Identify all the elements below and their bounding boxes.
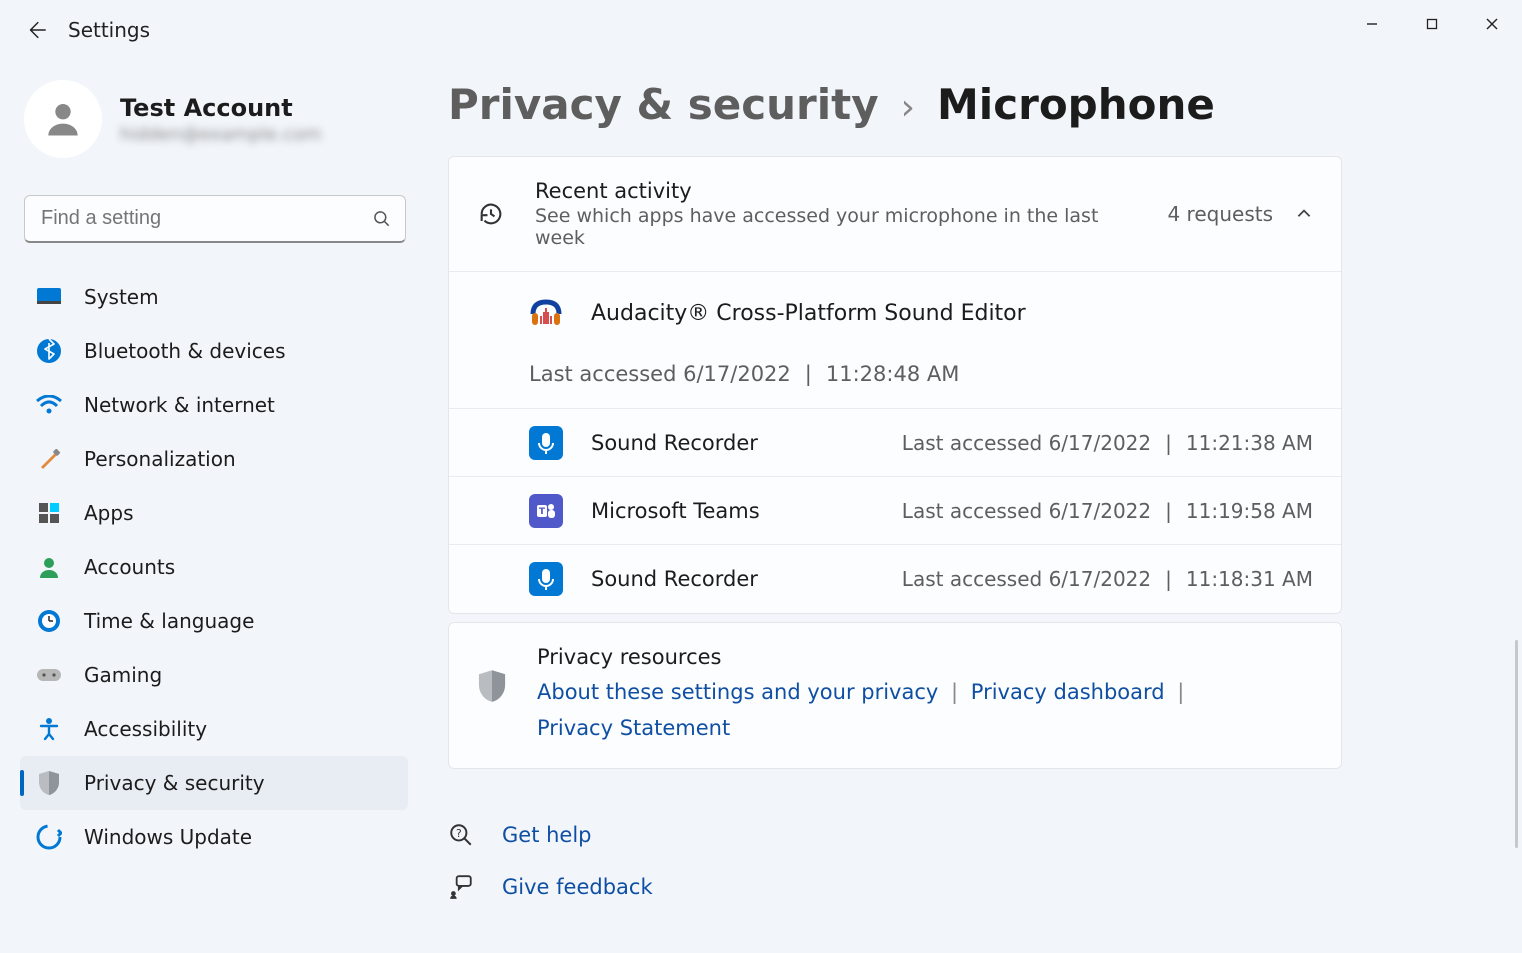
gamepad-icon (36, 662, 62, 688)
teams-icon: T (529, 494, 563, 528)
wifi-icon (36, 392, 62, 418)
sidebar-item-label: Gaming (84, 663, 162, 687)
sidebar-item-label: Bluetooth & devices (84, 339, 286, 363)
activity-access-label: Last accessed 6/17/2022 (902, 431, 1151, 455)
activity-app-name: Audacity® Cross-Platform Sound Editor (591, 301, 1026, 326)
sidebar-item-label: Apps (84, 501, 134, 525)
sidebar-item-time-language[interactable]: Time & language (20, 594, 408, 648)
sidebar-item-label: System (84, 285, 159, 309)
sidebar-item-label: Accessibility (84, 717, 207, 741)
sidebar-item-network[interactable]: Network & internet (20, 378, 408, 432)
sidebar-item-windows-update[interactable]: Windows Update (20, 810, 408, 864)
activity-access-time: 11:19:58 AM (1186, 499, 1313, 523)
recent-activity-header[interactable]: Recent activity See which apps have acce… (449, 157, 1341, 272)
chevron-right-icon: › (901, 87, 915, 128)
accessibility-icon (36, 716, 62, 742)
account-email: hidden@example.com (120, 124, 321, 145)
maximize-button[interactable] (1402, 4, 1462, 44)
sound-recorder-icon (529, 426, 563, 460)
sidebar-item-label: Windows Update (84, 825, 252, 849)
sidebar-item-label: Network & internet (84, 393, 275, 417)
activity-item-sound-recorder[interactable]: Sound Recorder Last accessed 6/17/2022 |… (449, 409, 1341, 477)
bluetooth-icon (36, 338, 62, 364)
account-name: Test Account (120, 94, 321, 122)
link-about-settings-privacy[interactable]: About these settings and your privacy (537, 680, 938, 704)
shield-icon (36, 770, 62, 796)
activity-app-name: Microsoft Teams (591, 499, 760, 523)
recent-activity-subtitle: See which apps have accessed your microp… (535, 205, 1137, 249)
sidebar-item-accounts[interactable]: Accounts (20, 540, 408, 594)
shield-icon (477, 669, 507, 699)
brush-icon (36, 446, 62, 472)
system-icon (36, 284, 62, 310)
request-count: 4 requests (1167, 202, 1273, 226)
sidebar-item-privacy-security[interactable]: Privacy & security (20, 756, 408, 810)
update-icon (36, 824, 62, 850)
activity-item-audacity[interactable]: Audacity® Cross-Platform Sound Editor La… (449, 272, 1341, 409)
sidebar-item-label: Accounts (84, 555, 175, 579)
feedback-icon (448, 874, 474, 900)
svg-text:?: ? (456, 828, 462, 841)
recent-activity-card: Recent activity See which apps have acce… (448, 156, 1342, 614)
sidebar-item-accessibility[interactable]: Accessibility (20, 702, 408, 756)
activity-access-time: 11:28:48 AM (826, 362, 959, 386)
give-feedback-link[interactable]: Give feedback (448, 861, 1342, 913)
app-title: Settings (68, 18, 150, 42)
minimize-button[interactable] (1342, 4, 1402, 44)
give-feedback-label: Give feedback (502, 875, 653, 899)
activity-access-label: Last accessed 6/17/2022 (902, 567, 1151, 591)
activity-app-name: Sound Recorder (591, 431, 758, 455)
privacy-resources-card: Privacy resources About these settings a… (448, 622, 1342, 769)
link-privacy-dashboard[interactable]: Privacy dashboard (971, 680, 1165, 704)
sidebar-item-label: Privacy & security (84, 771, 265, 795)
sidebar-item-gaming[interactable]: Gaming (20, 648, 408, 702)
svg-text:T: T (539, 507, 546, 517)
search-input[interactable] (24, 195, 406, 243)
activity-app-name: Sound Recorder (591, 567, 758, 591)
sidebar-item-apps[interactable]: Apps (20, 486, 408, 540)
breadcrumb-parent[interactable]: Privacy & security (448, 80, 879, 129)
sidebar-item-label: Personalization (84, 447, 236, 471)
scrollbar[interactable] (1515, 640, 1518, 848)
privacy-resources-title: Privacy resources (537, 645, 1190, 669)
breadcrumb: Privacy & security › Microphone (448, 80, 1215, 129)
chevron-up-icon (1295, 205, 1313, 223)
clock-globe-icon (36, 608, 62, 634)
history-icon (477, 200, 505, 228)
search-icon (372, 209, 392, 229)
sidebar-item-personalization[interactable]: Personalization (20, 432, 408, 486)
person-icon (36, 554, 62, 580)
sidebar-item-label: Time & language (84, 609, 254, 633)
recent-activity-title: Recent activity (535, 179, 1137, 203)
avatar[interactable] (24, 80, 102, 158)
activity-access-label: Last accessed 6/17/2022 (902, 499, 1151, 523)
get-help-link[interactable]: ? Get help (448, 809, 1342, 861)
activity-item-sound-recorder-2[interactable]: Sound Recorder Last accessed 6/17/2022 |… (449, 545, 1341, 613)
back-button[interactable] (24, 18, 48, 42)
apps-icon (36, 500, 62, 526)
activity-access-label: Last accessed 6/17/2022 (529, 362, 791, 386)
page-title: Microphone (937, 80, 1215, 129)
help-icon: ? (448, 822, 474, 848)
sidebar-item-system[interactable]: System (20, 270, 408, 324)
close-button[interactable] (1462, 4, 1522, 44)
sound-recorder-icon (529, 562, 563, 596)
activity-item-microsoft-teams[interactable]: T Microsoft Teams Last accessed 6/17/202… (449, 477, 1341, 545)
link-privacy-statement[interactable]: Privacy Statement (537, 716, 730, 740)
audacity-icon (529, 296, 563, 330)
get-help-label: Get help (502, 823, 592, 847)
activity-access-time: 11:18:31 AM (1186, 567, 1313, 591)
sidebar-item-bluetooth[interactable]: Bluetooth & devices (20, 324, 408, 378)
activity-access-time: 11:21:38 AM (1186, 431, 1313, 455)
